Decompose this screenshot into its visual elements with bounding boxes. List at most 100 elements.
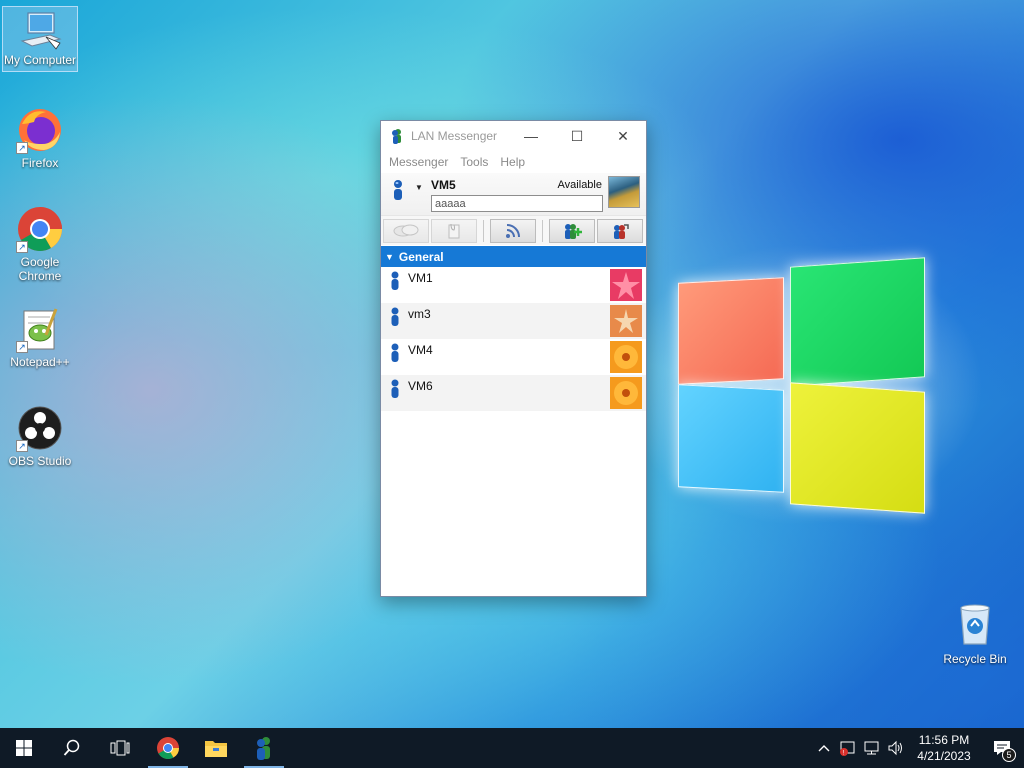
menu-tools[interactable]: Tools — [454, 155, 494, 169]
close-button[interactable]: ✕ — [600, 121, 646, 151]
lan-messenger-window[interactable]: LAN Messenger — ☐ ✕ Messenger Tools Help… — [380, 120, 647, 597]
tray-app-icon[interactable]: ! — [836, 728, 860, 768]
desktop-icon-chrome[interactable]: ↗ Google Chrome — [2, 205, 78, 283]
desktop-icon-label: Recycle Bin — [943, 652, 1007, 666]
logo-pane-blue — [678, 384, 784, 493]
taskbar-lan-messenger[interactable] — [240, 728, 288, 768]
desktop-icon-label: My Computer — [3, 53, 77, 67]
desktop-icon-label: Notepad++ — [10, 355, 70, 369]
toolbar-separator — [542, 219, 543, 242]
group-name: General — [398, 249, 444, 264]
chat-icon — [393, 224, 419, 236]
user-avatar[interactable] — [608, 176, 640, 208]
desktop-icon-firefox[interactable]: ↗ Firefox — [2, 106, 78, 170]
desktop-icon-obs[interactable]: ↗ OBS Studio — [2, 404, 78, 468]
security-alert-icon: ! — [840, 741, 855, 756]
file-transfer-button[interactable] — [431, 218, 477, 243]
shortcut-arrow-icon: ↗ — [16, 341, 28, 353]
menu-bar: Messenger Tools Help — [381, 151, 646, 173]
taskbar-chrome[interactable] — [144, 728, 192, 768]
window-title: LAN Messenger — [411, 129, 498, 143]
windows-start-icon — [16, 740, 32, 756]
network-icon — [864, 741, 879, 755]
toolbar-separator — [483, 219, 484, 242]
clock-date: 4/21/2023 — [917, 749, 971, 763]
task-view-icon — [110, 740, 130, 756]
orange-flower-avatar — [610, 341, 642, 373]
contact-name: VM4 — [408, 343, 433, 357]
system-clock[interactable]: 11:56 PM 4/21/2023 — [908, 732, 980, 764]
desktop-icon-my-computer[interactable]: My Computer — [2, 6, 78, 72]
desktop-icon-notepadpp[interactable]: ↗ Notepad++ — [2, 305, 78, 369]
desktop-icon-recycle-bin[interactable]: Recycle Bin — [940, 600, 1010, 666]
user-name: VM5 — [431, 178, 456, 192]
lan-messenger-app-icon — [389, 128, 405, 144]
obs-icon: ↗ — [16, 404, 64, 452]
action-center-button[interactable]: 5 — [980, 728, 1024, 768]
window-titlebar[interactable]: LAN Messenger — ☐ ✕ — [381, 121, 646, 151]
contact-name: VM6 — [408, 379, 433, 393]
start-button[interactable] — [0, 728, 48, 768]
shortcut-arrow-icon: ↗ — [16, 440, 28, 452]
broadcast-icon — [506, 223, 520, 238]
chevron-up-icon — [818, 745, 830, 752]
task-view-button[interactable] — [96, 728, 144, 768]
firefox-icon: ↗ — [16, 106, 64, 154]
status-note-input[interactable] — [431, 195, 603, 212]
contact-status-icon — [389, 271, 401, 294]
shortcut-arrow-icon: ↗ — [16, 241, 28, 253]
system-tray: ! 11:56 PM 4/21/2023 5 — [812, 728, 1024, 768]
network-icon-button[interactable] — [860, 728, 884, 768]
logo-pane-yellow — [790, 382, 925, 514]
minimize-button[interactable]: — — [508, 121, 554, 151]
contact-status-icon — [389, 379, 401, 402]
notification-count-badge: 5 — [1002, 748, 1016, 762]
windows-wallpaper-logo — [678, 257, 928, 514]
contact-item[interactable]: VM1 — [381, 267, 646, 303]
desktop-icon-label: Google Chrome — [18, 255, 62, 283]
menu-help[interactable]: Help — [494, 155, 531, 169]
taskbar-file-explorer[interactable] — [192, 728, 240, 768]
contact-item[interactable]: VM4 — [381, 339, 646, 375]
red-starfish-avatar — [610, 269, 642, 301]
notepadpp-icon: ↗ — [16, 305, 64, 353]
add-contact-icon — [565, 223, 582, 239]
computer-icon — [16, 9, 64, 51]
user-profile-panel: ▼ VM5 Available — [381, 173, 646, 215]
broadcast-button[interactable] — [490, 218, 536, 243]
contact-item[interactable]: vm3 — [381, 303, 646, 339]
chrome-icon — [157, 737, 179, 759]
collapse-triangle-icon[interactable]: ▼ — [385, 252, 394, 262]
shortcut-arrow-icon: ↗ — [16, 142, 28, 154]
chat-button[interactable] — [383, 218, 429, 243]
volume-icon — [888, 740, 902, 756]
status-dropdown-icon[interactable]: ▼ — [415, 183, 423, 192]
show-hidden-icons-button[interactable] — [812, 728, 836, 768]
contact-group-general[interactable]: ▼ General — [381, 246, 646, 267]
contact-name: VM1 — [408, 271, 433, 285]
search-button[interactable] — [48, 728, 96, 768]
contact-status-icon — [389, 343, 401, 366]
starfish-avatar — [610, 305, 642, 337]
user-status-text: Available — [557, 179, 602, 191]
toolbar — [381, 215, 646, 245]
logo-pane-red — [678, 277, 784, 385]
clock-time: 11:56 PM — [918, 733, 970, 747]
orange-flower-avatar — [610, 377, 642, 409]
menu-messenger[interactable]: Messenger — [383, 155, 454, 169]
search-icon — [63, 739, 80, 756]
desktop-icon-label: Firefox — [21, 156, 59, 170]
contact-item[interactable]: VM6 — [381, 375, 646, 411]
lan-messenger-app-icon — [257, 737, 270, 760]
user-status-icon[interactable] — [391, 179, 405, 204]
volume-button[interactable] — [884, 728, 908, 768]
maximize-button[interactable]: ☐ — [554, 121, 600, 151]
contact-status-icon — [389, 307, 401, 330]
taskbar: ! 11:56 PM 4/21/2023 5 — [0, 728, 1024, 768]
folder-icon — [205, 741, 227, 757]
logo-pane-green — [790, 257, 925, 387]
file-transfer-icon — [448, 223, 460, 238]
refresh-contacts-button[interactable] — [597, 218, 643, 243]
add-contact-button[interactable] — [549, 218, 595, 243]
recycle-bin-icon — [951, 600, 999, 648]
